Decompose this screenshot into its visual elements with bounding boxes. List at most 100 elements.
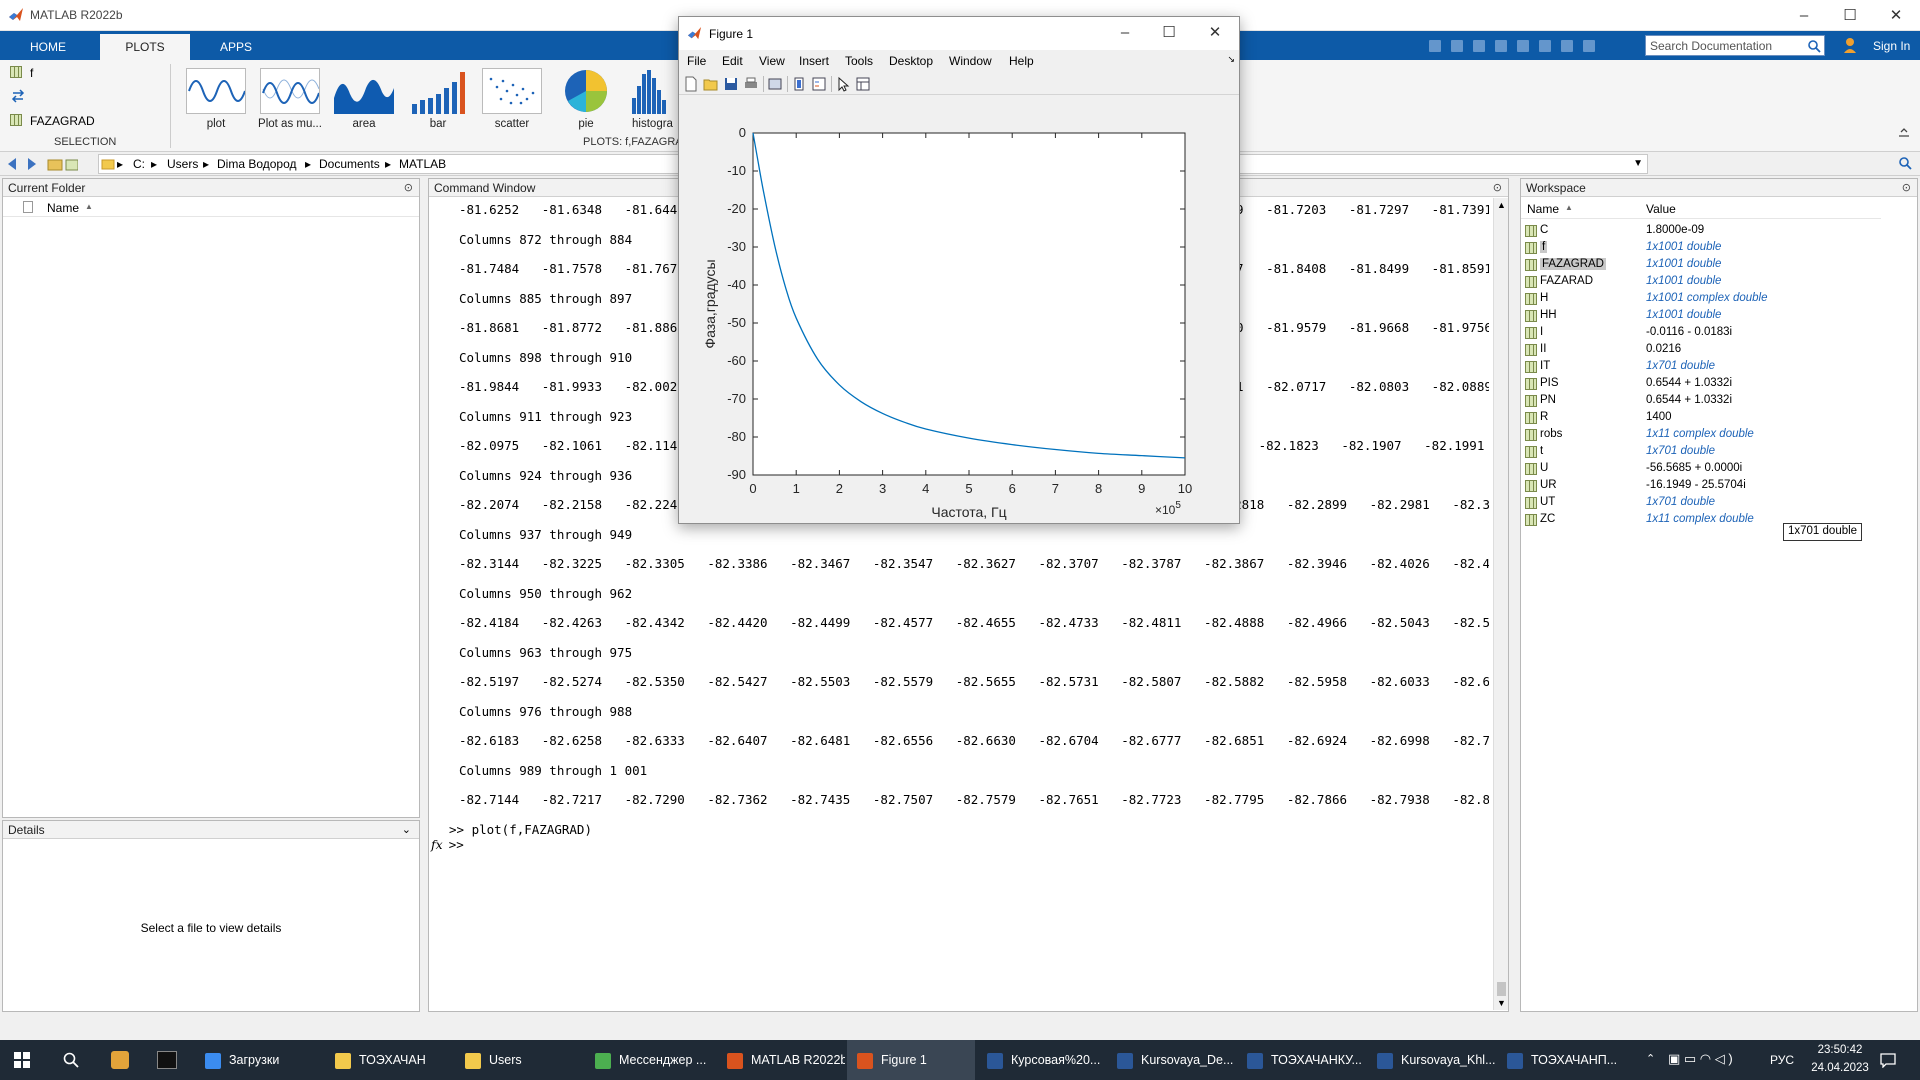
phase-response-chart[interactable]: 0 1 2 3 4 5 6 7 8 9 10 0 -10 -20 -30 -40 -50 -60 -70 -80 -9… <box>679 95 1239 523</box>
crumb-users[interactable]: Users <box>167 157 198 171</box>
workspace-value-column[interactable]: Value <box>1646 202 1676 216</box>
taskbar-item[interactable]: ТОЭХАЧАНП... <box>1497 1040 1625 1080</box>
taskbar-item[interactable]: Figure 1 <box>847 1040 975 1080</box>
scroll-down-icon[interactable]: ▼ <box>1497 998 1506 1008</box>
command-prompt[interactable]: fx >> <box>431 837 464 852</box>
workspace-variable-row[interactable]: FAZARAD 1x1001 double <box>1521 274 1901 291</box>
gallery-area-button[interactable]: area <box>329 68 399 138</box>
edit-plot-cursor-icon[interactable] <box>835 76 851 92</box>
workspace-variable-row[interactable]: IT 1x701 double <box>1521 359 1901 376</box>
workspace-variable-row[interactable]: PIS 0.6544 + 1.0332i <box>1521 376 1901 393</box>
fx-function-browser-icon[interactable]: fx <box>431 837 443 852</box>
workspace-variable-row[interactable]: t 1x701 double <box>1521 444 1901 461</box>
workspace-variable-row[interactable]: U -56.5685 + 0.0000i <box>1521 461 1901 478</box>
new-figure-icon[interactable] <box>683 76 699 92</box>
gallery-pie-button[interactable]: pie <box>551 68 621 138</box>
clock-date[interactable]: 24.04.2023 <box>1810 1062 1870 1074</box>
crumb-user[interactable]: Dima Водород <box>217 157 297 171</box>
scroll-thumb[interactable] <box>1497 982 1506 996</box>
open-file-icon[interactable] <box>703 76 719 92</box>
clock-time[interactable]: 23:50:42 <box>1810 1044 1870 1056</box>
dock-icon[interactable]: ↘ <box>1227 54 1235 65</box>
keyboard-language[interactable]: РУС <box>1770 1053 1794 1067</box>
link-plot-icon[interactable] <box>767 76 783 92</box>
media-player-icon[interactable] <box>111 1051 129 1069</box>
workspace-variable-row[interactable]: R 1400 <box>1521 410 1901 427</box>
menu-help[interactable]: Help <box>1009 54 1034 68</box>
gallery-plot-multiple-button[interactable]: Plot as mu... <box>255 68 325 138</box>
menu-file[interactable]: File <box>687 54 706 68</box>
tab-apps[interactable]: APPS <box>200 34 272 60</box>
menu-view[interactable]: View <box>759 54 785 68</box>
colorbar-icon[interactable] <box>791 76 807 92</box>
figure-close-button[interactable]: ✕ <box>1193 21 1237 45</box>
panel-menu-icon[interactable]: ⊙ <box>1493 181 1502 194</box>
taskbar-item[interactable]: Курсовая%20... <box>977 1040 1105 1080</box>
workspace-name-column[interactable]: Name <box>1527 202 1559 216</box>
tab-home[interactable]: HOME <box>12 34 84 60</box>
panel-menu-icon[interactable]: ⊙ <box>1902 181 1911 194</box>
figure-minimize-button[interactable]: – <box>1103 21 1147 45</box>
taskbar-item[interactable]: Загрузки <box>195 1040 323 1080</box>
chevron-down-icon[interactable]: ⌄ <box>402 823 411 836</box>
collapse-ribbon-icon[interactable] <box>1898 128 1910 140</box>
workspace-variable-row[interactable]: UR -16.1949 - 25.5704i <box>1521 478 1901 495</box>
gallery-scatter-button[interactable]: scatter <box>477 68 547 138</box>
workspace-variable-row[interactable]: f 1x1001 double <box>1521 240 1901 257</box>
property-inspector-icon[interactable] <box>855 76 871 92</box>
scroll-up-icon[interactable]: ▲ <box>1497 200 1506 210</box>
workspace-column-header[interactable]: Name ▲ Value <box>1521 201 1881 219</box>
minimize-button[interactable]: – <box>1782 4 1826 28</box>
crumb-matlab[interactable]: MATLAB <box>399 157 446 171</box>
navigation-icons[interactable] <box>4 156 78 172</box>
workspace-variable-row[interactable]: UT 1x701 double <box>1521 495 1901 512</box>
workspace-variable-row[interactable]: HH 1x1001 double <box>1521 308 1901 325</box>
dropdown-icon[interactable]: ▼ <box>1633 158 1643 169</box>
tab-plots[interactable]: PLOTS <box>100 34 190 60</box>
menu-insert[interactable]: Insert <box>799 54 829 68</box>
search-icon[interactable] <box>63 1052 79 1068</box>
column-header[interactable]: Name ▲ <box>3 199 419 217</box>
menu-tools[interactable]: Tools <box>845 54 873 68</box>
workspace-variable-row[interactable]: PN 0.6544 + 1.0332i <box>1521 393 1901 410</box>
workspace-variable-row[interactable]: II 0.0216 <box>1521 342 1901 359</box>
legend-icon[interactable] <box>811 76 827 92</box>
windows-start-icon[interactable] <box>14 1052 30 1068</box>
menu-edit[interactable]: Edit <box>722 54 743 68</box>
gallery-histogram-button[interactable]: histogra <box>625 68 680 138</box>
crumb-documents[interactable]: Documents <box>319 157 380 171</box>
taskbar-item[interactable]: MATLAB R2022b <box>717 1040 845 1080</box>
workspace-variable-row[interactable]: H 1x1001 complex double <box>1521 291 1901 308</box>
sign-in-link[interactable]: Sign In <box>1873 39 1910 53</box>
menu-window[interactable]: Window <box>949 54 992 68</box>
workspace-variable-row[interactable]: C 1.8000e-09 <box>1521 223 1901 240</box>
search-folder-icon[interactable] <box>1898 156 1912 170</box>
taskbar-item[interactable]: ТОЭХАЧАН <box>325 1040 453 1080</box>
figure-maximize-button[interactable]: ☐ <box>1147 21 1191 45</box>
search-icon[interactable] <box>1807 39 1821 53</box>
print-icon[interactable] <box>743 76 759 92</box>
taskbar-item[interactable]: Kursovaya_Khl... <box>1367 1040 1495 1080</box>
crumb-drive[interactable]: C: <box>133 157 145 171</box>
taskbar-item[interactable]: ТОЭХАЧАНКУ... <box>1237 1040 1365 1080</box>
panel-menu-icon[interactable]: ⊙ <box>404 181 413 194</box>
notifications-icon[interactable] <box>1880 1052 1896 1068</box>
terminal-icon[interactable] <box>157 1051 177 1069</box>
save-icon[interactable] <box>723 76 739 92</box>
workspace-variable-row[interactable]: robs 1x11 complex double <box>1521 427 1901 444</box>
menu-desktop[interactable]: Desktop <box>889 54 933 68</box>
tray-icons[interactable]: ▣ ▭ ◠ ◁ ) <box>1668 1051 1733 1067</box>
taskbar-item[interactable]: Users <box>455 1040 583 1080</box>
gallery-bar-button[interactable]: bar <box>403 68 473 138</box>
taskbar-item[interactable]: Мессенджер ... <box>585 1040 713 1080</box>
gallery-plot-button[interactable]: plot <box>181 68 251 138</box>
close-button[interactable]: ✕ <box>1874 4 1918 28</box>
maximize-button[interactable]: ☐ <box>1828 4 1872 28</box>
search-documentation-input[interactable]: Search Documentation <box>1645 35 1825 56</box>
taskbar-item[interactable]: Kursovaya_De... <box>1107 1040 1235 1080</box>
scrollbar[interactable]: ▲ ▼ <box>1493 198 1508 1010</box>
workspace-variable-row[interactable]: FAZAGRAD 1x1001 double <box>1521 257 1901 274</box>
workspace-variable-row[interactable]: I -0.0116 - 0.0183i <box>1521 325 1901 342</box>
tray-chevron-icon[interactable]: ⌃ <box>1646 1052 1655 1065</box>
swap-icon[interactable] <box>10 88 26 104</box>
